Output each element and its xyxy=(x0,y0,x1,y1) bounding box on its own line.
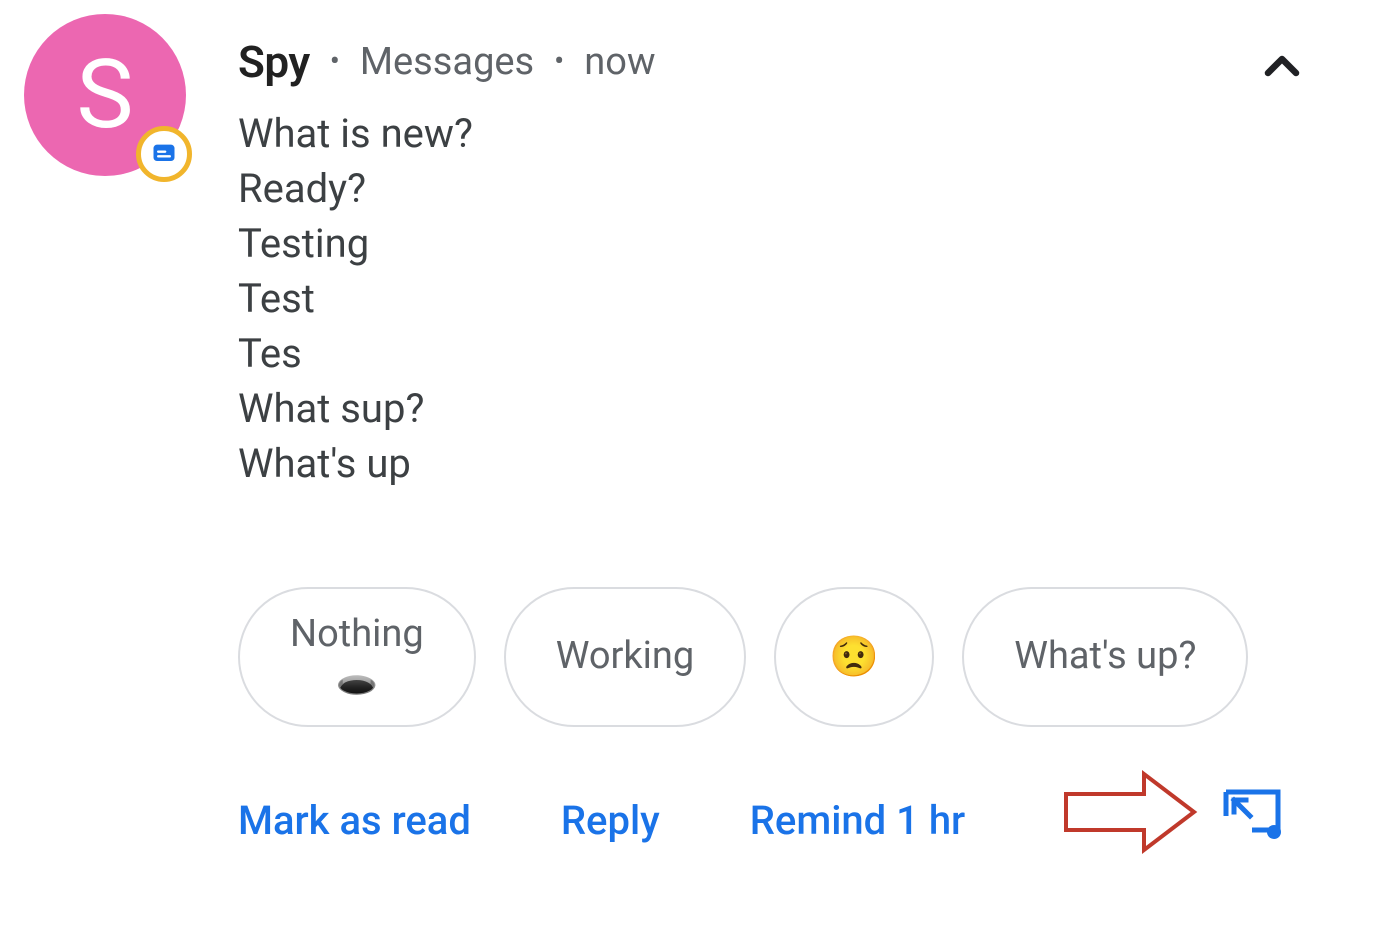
message-line: Test xyxy=(238,271,1356,326)
separator-dot: • xyxy=(554,47,564,77)
reply-button[interactable]: Reply xyxy=(561,797,660,844)
smart-reply-row: Nothing 🕳️ Working 😟 What's up? xyxy=(238,587,1356,727)
message-line: Ready? xyxy=(238,161,1356,216)
message-line: What's up xyxy=(238,436,1356,491)
annotation-arrow-icon xyxy=(1060,766,1200,862)
action-row: Mark as read Reply Remind 1 hr xyxy=(238,797,965,844)
message-line: Tes xyxy=(238,326,1356,381)
message-line: What is new? xyxy=(238,106,1356,161)
worried-face-emoji-icon: 😟 xyxy=(829,635,879,679)
remind-button[interactable]: Remind 1 hr xyxy=(750,797,965,844)
chip-label: Nothing xyxy=(290,614,424,656)
message-line: What sup? xyxy=(238,381,1356,436)
open-in-bubble-icon xyxy=(1222,825,1282,844)
open-bubble-button[interactable] xyxy=(1222,788,1282,844)
chip-label: Working xyxy=(556,636,695,678)
hole-emoji-icon: 🕳️ xyxy=(336,662,378,699)
sender-name: Spy xyxy=(238,36,310,88)
smart-reply-chip[interactable]: Working xyxy=(504,587,747,727)
separator-dot: • xyxy=(330,47,340,77)
avatar-initial: S xyxy=(77,47,134,143)
timestamp: now xyxy=(584,40,655,84)
smart-reply-chip[interactable]: Nothing 🕳️ xyxy=(238,587,476,727)
avatar-container: S xyxy=(24,14,186,176)
chip-label: What's up? xyxy=(1014,636,1196,678)
message-line: Testing xyxy=(238,216,1356,271)
collapse-button[interactable] xyxy=(1254,38,1310,98)
smart-reply-chip[interactable]: What's up? xyxy=(962,587,1248,727)
smart-reply-chip[interactable]: 😟 xyxy=(774,587,934,727)
notification-card[interactable]: S Spy • Messages • now What is new? xyxy=(0,0,1380,944)
app-name: Messages xyxy=(360,40,534,84)
notification-header: Spy • Messages • now xyxy=(238,14,1356,88)
messages-icon xyxy=(150,140,178,168)
app-badge xyxy=(136,126,192,182)
mark-as-read-button[interactable]: Mark as read xyxy=(238,797,471,844)
message-list: What is new? Ready? Testing Test Tes Wha… xyxy=(238,106,1356,491)
chevron-up-icon xyxy=(1254,79,1310,98)
